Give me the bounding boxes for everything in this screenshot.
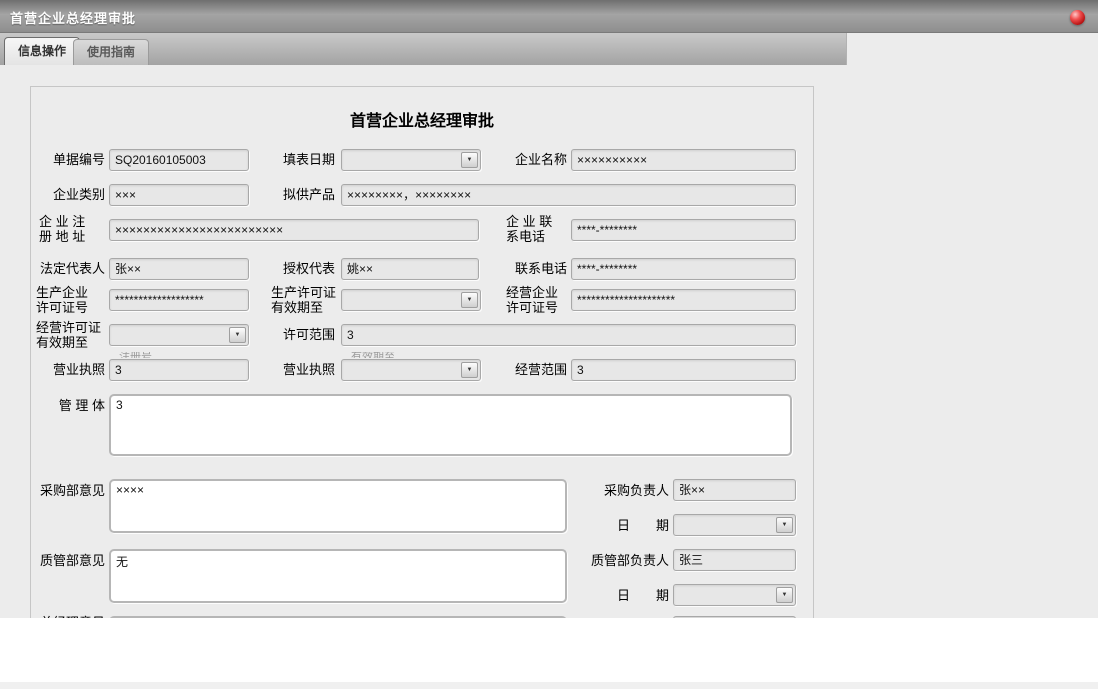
purchase-manager-field[interactable]: 张×× xyxy=(673,479,796,501)
gm-opinion-label: 总经理意见 xyxy=(31,615,105,618)
quality-opinion-label: 质管部意见 xyxy=(31,553,105,568)
gm-opinion-textarea[interactable] xyxy=(109,616,567,618)
reg-address-label: 企 业 注 册 地 址 xyxy=(39,214,85,244)
purchase-date-label: 日 期 xyxy=(531,518,669,533)
reg-address-field[interactable]: ×××××××××××××××××××××××× xyxy=(109,219,479,241)
license-scope-label: 许可范围 xyxy=(201,327,335,342)
prod-license-no-label: 生产企业 许可证号 xyxy=(36,285,88,315)
fill-date-label: 填表日期 xyxy=(201,152,335,167)
purchase-opinion-label: 采购部意见 xyxy=(31,483,105,498)
license-scope-field[interactable]: 3 xyxy=(341,324,796,346)
quality-date-combo[interactable]: 2019-01-15 ▼ xyxy=(673,584,796,606)
biz-license-expiry-label: 营业执照 xyxy=(201,362,335,377)
mgmt-system-textarea[interactable]: 3 xyxy=(109,394,792,456)
gm-manager-field[interactable] xyxy=(673,616,796,618)
prod-license-expiry-label: 生产许可证 有效期至 xyxy=(271,285,336,315)
doc-no-label: 单据编号 xyxy=(33,152,105,167)
company-phone-field[interactable]: ****-******** xyxy=(571,219,796,241)
window-titlebar: 首营企业总经理审批 xyxy=(0,0,1098,33)
dropdown-arrow-icon[interactable]: ▼ xyxy=(461,292,478,308)
app-window: 首营企业总经理审批 信息操作 使用指南 首营企业总经理审批 单据编号 SQ201… xyxy=(0,0,1098,689)
tab-user-guide[interactable]: 使用指南 xyxy=(73,39,149,65)
quality-manager-field[interactable]: 张三 xyxy=(673,549,796,571)
tab-bar: 信息操作 使用指南 xyxy=(0,33,847,65)
contact-phone-label: 联系电话 xyxy=(441,261,567,276)
dropdown-arrow-icon[interactable]: ▼ xyxy=(776,517,793,533)
prod-license-no-field[interactable]: ******************* xyxy=(109,289,249,311)
quality-manager-label: 质管部负责人 xyxy=(531,553,669,568)
purchase-opinion-textarea[interactable]: ×××× xyxy=(109,479,567,533)
form-title: 首营企业总经理审批 xyxy=(31,107,813,131)
tab-info-operation[interactable]: 信息操作 xyxy=(4,37,80,65)
products-label: 拟供产品 xyxy=(201,187,335,202)
quality-opinion-textarea[interactable]: 无 xyxy=(109,549,567,603)
oper-license-no-label: 经营企业 许可证号 xyxy=(506,285,558,315)
biz-license-no-label: 营业执照 xyxy=(33,362,105,377)
red-status-orb-icon[interactable] xyxy=(1070,10,1085,25)
biz-scope-label: 经营范围 xyxy=(441,362,567,377)
oper-license-no-field[interactable]: ********************* xyxy=(571,289,796,311)
dropdown-arrow-icon[interactable]: ▼ xyxy=(776,587,793,603)
content-area: 首营企业总经理审批 单据编号 SQ20160105003 填表日期 2016-0… xyxy=(0,33,1098,618)
products-field[interactable]: ××××××××，×××××××× xyxy=(341,184,796,206)
contact-phone-field[interactable]: ****-******** xyxy=(571,258,796,280)
form-panel: 首营企业总经理审批 单据编号 SQ20160105003 填表日期 2016-0… xyxy=(30,86,814,618)
purchase-date-combo[interactable]: 2016-01-10 ▼ xyxy=(673,514,796,536)
company-type-label: 企业类别 xyxy=(33,187,105,202)
biz-license-expiry-clipped-text: 有效期至 xyxy=(351,352,421,358)
legal-rep-label: 法定代表人 xyxy=(33,261,105,276)
purchase-manager-label: 采购负责人 xyxy=(531,483,669,498)
company-phone-label: 企 业 联 系电话 xyxy=(506,214,552,244)
quality-date-label: 日 期 xyxy=(531,588,669,603)
oper-license-expiry-label: 经营许可证 有效期至 xyxy=(36,320,101,350)
window-title: 首营企业总经理审批 xyxy=(10,8,136,27)
company-name-field[interactable]: ×××××××××× xyxy=(571,149,796,171)
biz-license-no-clipped-text: 注册号 xyxy=(119,352,189,358)
prod-license-expiry-combo[interactable]: 2016-10-31 ▼ xyxy=(341,289,481,311)
bottom-edge-strip xyxy=(0,682,1098,689)
company-name-label: 企业名称 xyxy=(441,152,567,167)
mgmt-system-label: 管 理 体 xyxy=(33,398,105,413)
auth-rep-label: 授权代表 xyxy=(201,261,335,276)
biz-scope-field[interactable]: 3 xyxy=(571,359,796,381)
